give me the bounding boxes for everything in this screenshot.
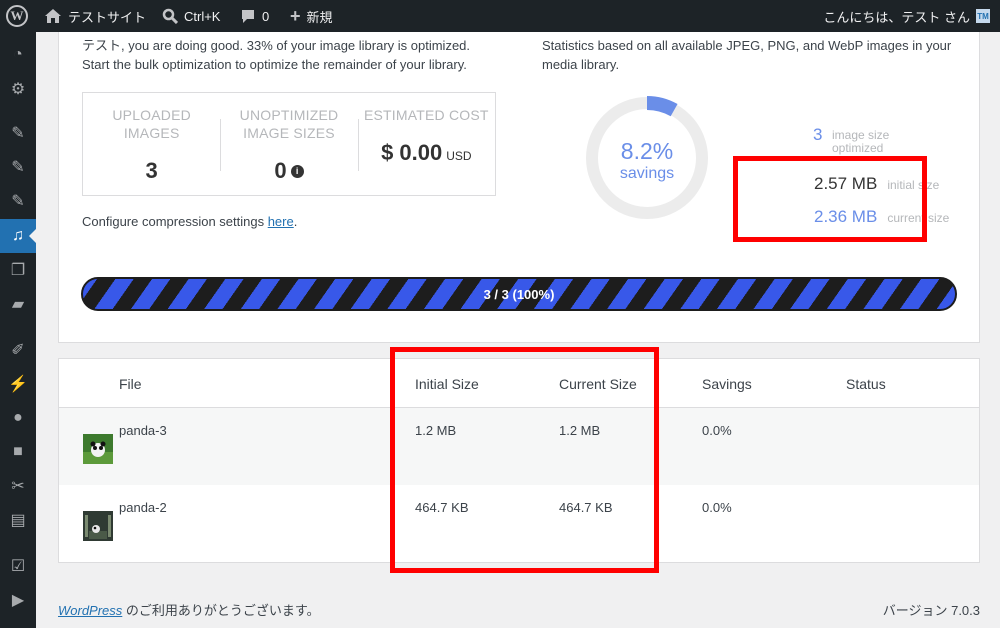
estimated-cost-value: $ 0.00 <box>381 140 443 165</box>
column-savings: Savings <box>702 376 752 392</box>
search-shortcut: Ctrl+K <box>184 8 221 24</box>
howdy-text: こんにちは、テスト さん <box>823 9 970 25</box>
bulk-progress-bar: 3 / 3 (100%) <box>81 277 957 311</box>
plus-icon: + <box>290 5 301 26</box>
footer-thanks: WordPress のご利用ありがとうございます。 <box>58 600 320 619</box>
admin-bar: W テストサイト Ctrl+K 0 + 新規 こんにちは、テスト さん TM <box>0 0 1000 32</box>
search-icon <box>162 8 178 24</box>
site-name-link[interactable]: テストサイト <box>44 0 146 32</box>
avatar: TM <box>976 9 990 23</box>
image-thumbnail[interactable] <box>83 511 113 541</box>
optimized-count: 3 <box>813 125 823 144</box>
file-name[interactable]: panda-3 <box>119 423 167 438</box>
wrench-icon[interactable]: ✂ <box>0 469 36 503</box>
file-name[interactable]: panda-2 <box>119 500 167 515</box>
savings-label: savings <box>619 165 675 182</box>
size-highlight-box <box>733 156 927 242</box>
new-label: 新規 <box>306 9 333 25</box>
uploaded-images-stat: UPLOADED IMAGES 3 <box>83 93 220 195</box>
gear-icon[interactable]: ⚙ <box>0 72 36 106</box>
wordpress-logo-icon[interactable]: W <box>6 5 28 27</box>
image-thumbnail[interactable] <box>83 434 113 464</box>
plugin-icon[interactable]: ⚡ <box>0 367 36 401</box>
admin-sidebar: ◔ ⚙ ✎ ✎ ✎ ♫ ❐ ▰ ✐ ⚡ ● ■ ✂ ▤ ☑ ▶ <box>0 32 36 628</box>
site-name: テストサイト <box>68 9 147 25</box>
column-status: Status <box>846 376 886 392</box>
settings-icon[interactable]: ▤ <box>0 503 36 537</box>
optimization-summary: テスト, you are doing good. 33% of your ima… <box>82 38 471 72</box>
statistics-note: Statistics based on all available JPEG, … <box>542 38 952 72</box>
unoptimized-sizes-caption: UNOPTIMIZED IMAGE SIZES <box>239 107 339 141</box>
dashboard-icon[interactable]: ◔ <box>0 38 36 72</box>
brush-icon[interactable]: ✐ <box>0 333 36 367</box>
footer-thanks-text: のご利用ありがとうございます。 <box>122 603 320 618</box>
user-account-menu[interactable]: こんにちは、テスト さん TM <box>823 0 990 32</box>
configure-end: . <box>293 214 298 229</box>
unoptimized-sizes-value: 0 <box>274 158 287 183</box>
user-icon[interactable]: ● <box>0 401 36 435</box>
configure-settings-text: Configure compression settings here. <box>82 214 297 229</box>
size-columns-highlight-box <box>390 347 659 573</box>
footer-version: バージョン 7.0.3 <box>882 603 980 618</box>
lock-icon[interactable]: ■ <box>0 435 36 469</box>
comment-count: 0 <box>262 8 270 24</box>
pin-icon[interactable]: ✎ <box>0 150 36 184</box>
pages-icon[interactable]: ❐ <box>0 253 36 287</box>
unoptimized-sizes-stat: UNOPTIMIZED IMAGE SIZES 0i <box>220 93 357 195</box>
uploaded-images-caption: UPLOADED IMAGES <box>112 107 191 141</box>
estimated-cost-caption: ESTIMATED COST <box>363 107 489 123</box>
comment-icon <box>242 10 254 23</box>
play-icon[interactable]: ▶ <box>0 583 36 617</box>
new-content-link[interactable]: + 新規 <box>290 0 333 32</box>
home-icon <box>45 9 61 23</box>
stats-box: UPLOADED IMAGES 3 UNOPTIMIZED IMAGE SIZE… <box>82 92 496 196</box>
info-icon[interactable]: i <box>290 164 304 178</box>
currency-unit: USD <box>446 149 472 163</box>
wordpress-link[interactable]: WordPress <box>58 603 122 618</box>
estimated-cost-stat: ESTIMATED COST $ 0.00 USD <box>357 93 495 195</box>
configure-here-link[interactable]: here <box>268 214 294 229</box>
search-command[interactable]: Ctrl+K <box>162 0 220 32</box>
savings-cell: 0.0% <box>702 500 732 515</box>
column-file: File <box>119 376 142 392</box>
progress-label: 3 / 3 (100%) <box>483 286 555 302</box>
comments-link[interactable]: 0 <box>240 0 269 32</box>
optimized-label: image size optimized <box>832 128 890 155</box>
comments-icon[interactable]: ▰ <box>0 287 36 321</box>
savings-cell: 0.0% <box>702 423 732 438</box>
pin-icon[interactable]: ✎ <box>0 116 36 150</box>
media-icon[interactable]: ♫ <box>0 219 36 253</box>
savings-percent: 8.2% <box>620 138 674 164</box>
savings-ring-label: 8.2% savings <box>584 138 710 184</box>
check-icon[interactable]: ☑ <box>0 549 36 583</box>
pin-icon[interactable]: ✎ <box>0 184 36 218</box>
configure-text: Configure compression settings <box>82 214 268 229</box>
uploaded-images-value: 3 <box>145 158 158 183</box>
